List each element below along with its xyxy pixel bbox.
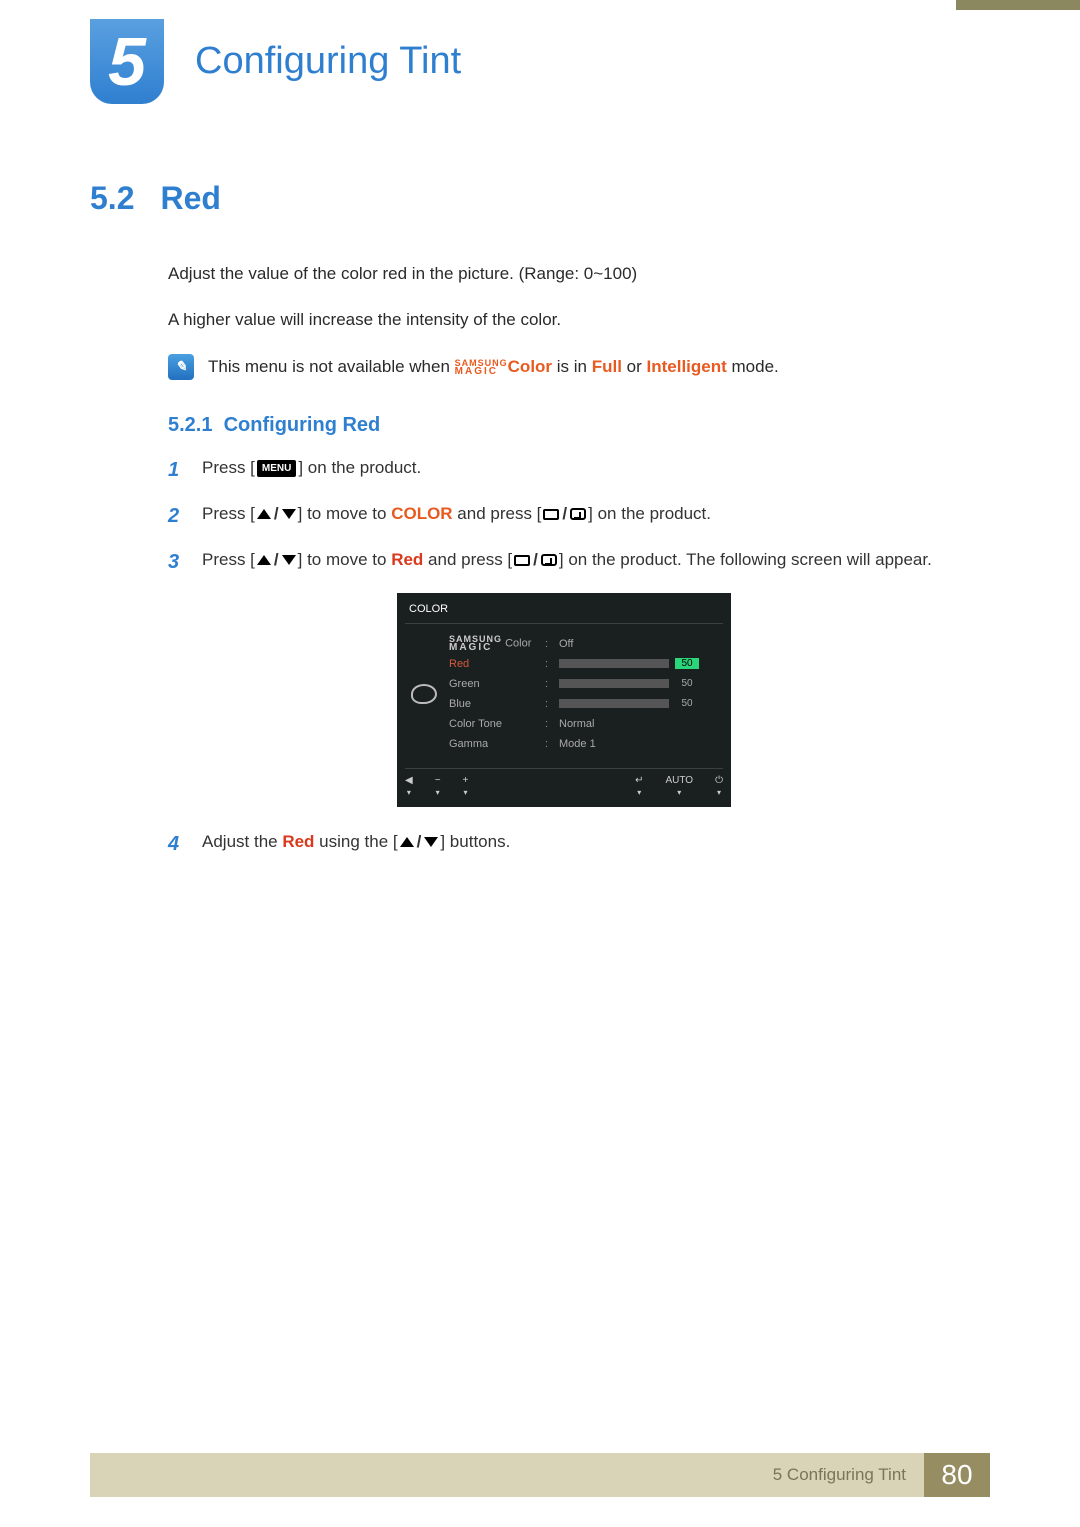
step-number: 2 <box>168 501 186 531</box>
up-down-icon: / <box>257 547 296 573</box>
step3-red: Red <box>391 550 423 569</box>
up-down-icon: / <box>400 829 439 855</box>
step-3: 3 Press [/] to move to Red and press [/]… <box>168 547 960 577</box>
osd-blue-value: 50 <box>675 698 699 709</box>
osd-hint-minus: −▾ <box>435 775 441 797</box>
menu-button-icon: MENU <box>257 460 296 477</box>
subsection-number: 5.2.1 <box>168 414 212 436</box>
footer-page-number: 80 <box>924 1453 990 1497</box>
osd-red-bar <box>559 659 669 668</box>
palette-icon <box>405 634 443 754</box>
osd-row-blue: Blue : 50 <box>449 694 723 714</box>
step-number: 1 <box>168 455 186 485</box>
osd-tone-value: Normal <box>559 718 594 730</box>
section-title: Red <box>160 180 220 216</box>
osd-green-bar <box>559 679 669 688</box>
step-2: 2 Press [/] to move to COLOR and press [… <box>168 501 960 531</box>
note: ✎ This menu is not available when SAMSUN… <box>168 354 960 380</box>
intro-line-1: Adjust the value of the color red in the… <box>168 261 960 287</box>
osd-hint-enter: ↵▾ <box>635 775 643 797</box>
header-accent-bar <box>956 0 1080 10</box>
osd-hint-power: ⏻▾ <box>715 775 723 797</box>
osd-button-hints: ◀▾ −▾ +▾ ↵▾ AUTO▾ ⏻▾ <box>405 768 723 797</box>
step-4: 4 Adjust the Red using the [/] buttons. <box>168 829 960 859</box>
page-footer: 5 Configuring Tint 80 <box>90 1453 990 1497</box>
note-full: Full <box>592 357 622 376</box>
steps-list: 1 Press [MENU] on the product. 2 Press [… <box>168 455 960 859</box>
osd-row-gamma: Gamma : Mode 1 <box>449 734 723 754</box>
note-icon: ✎ <box>168 354 194 380</box>
osd-screenshot: COLOR SAMSUNGMAGIC Color : Off Red : 50 <box>397 593 731 807</box>
osd-hint-auto: AUTO▾ <box>665 775 693 797</box>
subsection-heading: 5.2.1 Configuring Red <box>168 414 960 437</box>
osd-red-value: 50 <box>675 658 699 669</box>
osd-title: COLOR <box>409 603 719 615</box>
samsung-magic-label: SAMSUNGMAGIC <box>455 359 508 376</box>
source-enter-icon: / <box>514 547 557 573</box>
intro-line-2: A higher value will increase the intensi… <box>168 307 960 333</box>
note-color: Color <box>508 357 552 376</box>
note-text: This menu is not available when SAMSUNGM… <box>208 357 779 377</box>
step-text: Press [/] to move to Red and press [/] o… <box>202 547 932 573</box>
up-down-icon: / <box>257 501 296 527</box>
section-heading: 5.2 Red <box>90 180 960 217</box>
step-number: 4 <box>168 829 186 859</box>
step4-red: Red <box>282 832 314 851</box>
source-enter-icon: / <box>543 501 586 527</box>
note-prefix: This menu is not available when <box>208 357 455 376</box>
step-text: Adjust the Red using the [/] buttons. <box>202 829 510 855</box>
step2-color: COLOR <box>391 504 452 523</box>
osd-row-magic: SAMSUNGMAGIC Color : Off <box>449 634 723 654</box>
step-1: 1 Press [MENU] on the product. <box>168 455 960 485</box>
step-text: Press [MENU] on the product. <box>202 455 421 481</box>
subsection-title: Configuring Red <box>224 414 381 436</box>
chapter-number: 5 <box>108 28 146 96</box>
section-number: 5.2 <box>90 180 134 216</box>
footer-label: 5 Configuring Tint <box>90 1453 924 1497</box>
osd-gamma-value: Mode 1 <box>559 738 596 750</box>
osd-green-value: 50 <box>675 678 699 689</box>
step-number: 3 <box>168 547 186 577</box>
osd-row-green: Green : 50 <box>449 674 723 694</box>
osd-divider <box>405 623 723 624</box>
page-content: 5.2 Red Adjust the value of the color red… <box>90 180 960 875</box>
chapter-title: Configuring Tint <box>195 40 461 83</box>
osd-magic-value: Off <box>559 638 573 650</box>
chapter-tab: 5 <box>90 19 164 104</box>
osd-blue-bar <box>559 699 669 708</box>
step-text: Press [/] to move to COLOR and press [/]… <box>202 501 711 527</box>
osd-hint-plus: +▾ <box>463 775 469 797</box>
note-intelligent: Intelligent <box>647 357 727 376</box>
osd-row-tone: Color Tone : Normal <box>449 714 723 734</box>
osd-hint-back: ◀▾ <box>405 775 413 797</box>
osd-row-red: Red : 50 <box>449 654 723 674</box>
